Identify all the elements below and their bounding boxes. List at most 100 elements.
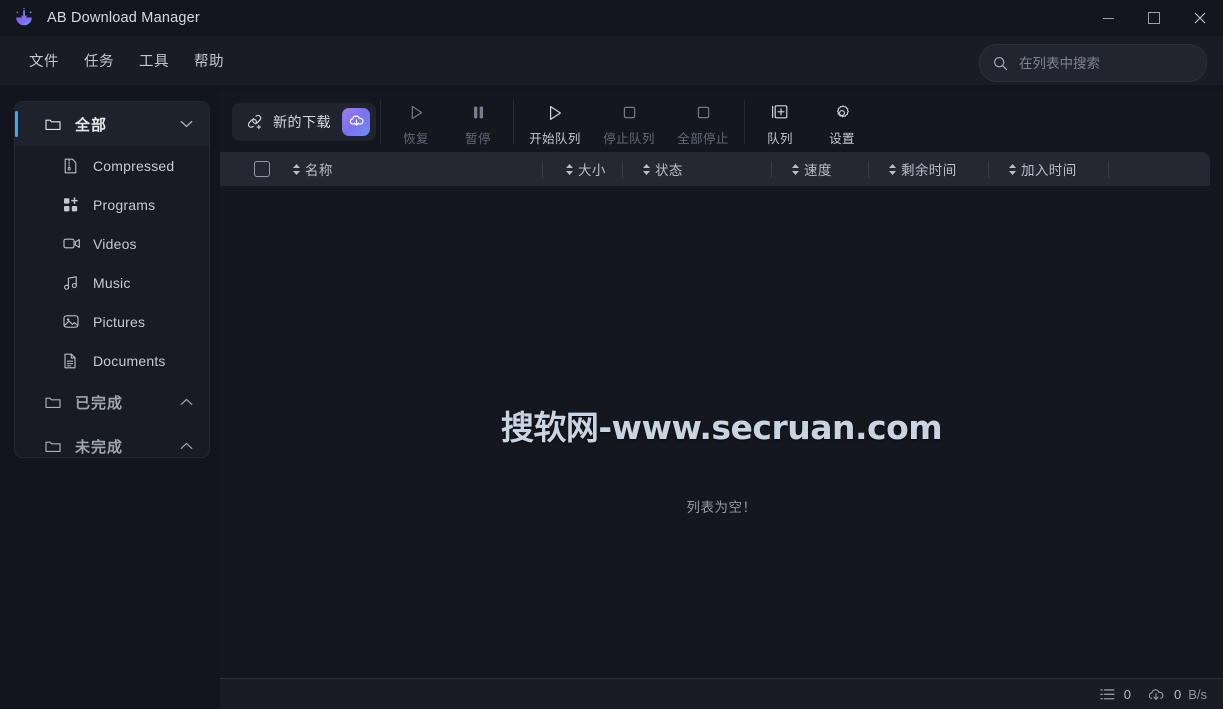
column-divider[interactable]: [988, 160, 989, 178]
status-list-count-value: 0: [1123, 686, 1131, 702]
close-button[interactable]: [1177, 0, 1223, 36]
image-icon: [63, 314, 83, 329]
pause-label: 暂停: [465, 131, 491, 146]
sidebar-item-documents[interactable]: Documents: [15, 341, 209, 380]
sidebar-group-completed[interactable]: 已完成: [15, 380, 209, 424]
menu-help[interactable]: 帮助: [187, 46, 231, 75]
folder-icon: [45, 117, 65, 131]
column-divider[interactable]: [542, 160, 543, 178]
settings-label: 设置: [829, 131, 855, 146]
empty-list-message: 列表为空！: [686, 500, 757, 515]
download-list: 搜软网-www.secruan.com 列表为空！: [220, 186, 1223, 678]
menu-file[interactable]: 文件: [22, 46, 66, 75]
status-speed: 0 B/s: [1147, 687, 1207, 702]
toolbar-separator: [380, 99, 381, 144]
chevron-down-icon[interactable]: [180, 120, 193, 128]
toolbar-separator: [744, 99, 745, 144]
column-divider[interactable]: [622, 160, 623, 178]
column-size[interactable]: 大小: [565, 159, 622, 179]
link-plus-icon: [245, 112, 264, 131]
sort-icon: [565, 163, 574, 176]
sidebar-item-music-label: Music: [93, 274, 131, 291]
document-icon: [63, 353, 83, 369]
sidebar-group-all[interactable]: 全部: [15, 102, 209, 146]
start-queue-button[interactable]: 开始队列: [518, 95, 592, 149]
new-download-button[interactable]: 新的下载: [232, 102, 376, 141]
sidebar-item-pictures[interactable]: Pictures: [15, 302, 209, 341]
title-bar: AB Download Manager: [0, 0, 1223, 36]
table-header: 名称 大小 状态 速度 剩余时间 加入时间: [220, 152, 1210, 186]
sidebar-item-music[interactable]: Music: [15, 263, 209, 302]
sort-icon: [642, 163, 651, 176]
stop-icon: [695, 101, 712, 125]
close-icon: [1194, 12, 1206, 24]
chevron-up-icon[interactable]: [180, 398, 193, 406]
sidebar-group-unfinished-label: 未完成: [75, 438, 124, 456]
sort-icon: [292, 163, 301, 176]
column-divider[interactable]: [1108, 160, 1109, 178]
sidebar-item-programs[interactable]: Programs: [15, 185, 209, 224]
apps-icon: [63, 196, 83, 213]
stop-all-button[interactable]: 全部停止: [666, 95, 740, 149]
column-name[interactable]: 名称: [292, 159, 542, 179]
column-status-label: 状态: [655, 163, 683, 178]
stop-queue-label: 停止队列: [603, 131, 655, 146]
minimize-button[interactable]: [1085, 0, 1131, 36]
new-download-label: 新的下载: [273, 113, 331, 130]
watermark-text: 搜软网-www.secruan.com: [500, 408, 943, 447]
sidebar-item-videos[interactable]: Videos: [15, 224, 209, 263]
column-speed-label: 速度: [804, 163, 832, 178]
column-size-label: 大小: [578, 163, 606, 178]
pause-button[interactable]: 暂停: [447, 95, 509, 149]
column-remaining-time[interactable]: 剩余时间: [888, 159, 988, 179]
sidebar: 全部 Compressed Programs Videos Music Pict…: [14, 101, 210, 458]
sort-icon: [888, 163, 897, 176]
queue-label: 队列: [767, 131, 793, 146]
column-remaining-time-label: 剩余时间: [901, 163, 957, 178]
archive-icon: [63, 158, 83, 174]
settings-button[interactable]: 设置: [811, 95, 873, 149]
column-status[interactable]: 状态: [642, 159, 771, 179]
cloud-download-icon[interactable]: [342, 107, 370, 136]
sidebar-group-all-label: 全部: [75, 116, 108, 134]
search-box[interactable]: [979, 44, 1207, 82]
status-speed-unit: B/s: [1188, 686, 1207, 702]
menu-bar: 文件 任务 工具 帮助: [0, 36, 1223, 85]
menu-tools[interactable]: 工具: [132, 46, 176, 75]
sidebar-item-compressed[interactable]: Compressed: [15, 146, 209, 185]
sidebar-item-videos-label: Videos: [93, 235, 137, 252]
content-panel: 新的下载 恢复 暂停 开始队列 停止队列 全部停止 队列 设置 名称 大小 状态…: [220, 91, 1223, 709]
queue-icon: [771, 101, 789, 125]
column-added-time[interactable]: 加入时间: [1008, 159, 1108, 179]
gear-icon: [833, 101, 851, 125]
maximize-icon: [1148, 12, 1160, 24]
resume-label: 恢复: [403, 131, 429, 146]
search-input[interactable]: [1017, 54, 1198, 72]
chevron-up-icon[interactable]: [180, 442, 193, 450]
queue-button[interactable]: 队列: [749, 95, 811, 149]
sidebar-item-pictures-label: Pictures: [93, 313, 146, 330]
stop-queue-button[interactable]: 停止队列: [592, 95, 666, 149]
column-added-time-label: 加入时间: [1021, 163, 1077, 178]
menu-tasks[interactable]: 任务: [77, 46, 121, 75]
sidebar-group-completed-label: 已完成: [75, 394, 124, 412]
column-divider[interactable]: [868, 160, 869, 178]
status-speed-value: 0: [1173, 686, 1182, 702]
play-icon: [546, 101, 564, 125]
active-indicator: [15, 111, 18, 137]
column-divider[interactable]: [771, 160, 772, 178]
app-title: AB Download Manager: [47, 10, 200, 26]
folder-icon: [45, 395, 65, 409]
search-icon: [993, 56, 1008, 71]
status-bar: 0 0 B/s: [220, 679, 1223, 709]
cloud-download-icon: [1147, 687, 1165, 702]
maximize-button[interactable]: [1131, 0, 1177, 36]
sidebar-item-compressed-label: Compressed: [93, 157, 175, 174]
sidebar-group-unfinished[interactable]: 未完成: [15, 424, 209, 457]
play-icon: [408, 101, 425, 125]
column-speed[interactable]: 速度: [791, 159, 868, 179]
sort-icon: [1008, 163, 1017, 176]
resume-button[interactable]: 恢复: [385, 95, 447, 149]
toolbar-separator: [513, 99, 514, 144]
select-all-checkbox[interactable]: [254, 161, 270, 177]
